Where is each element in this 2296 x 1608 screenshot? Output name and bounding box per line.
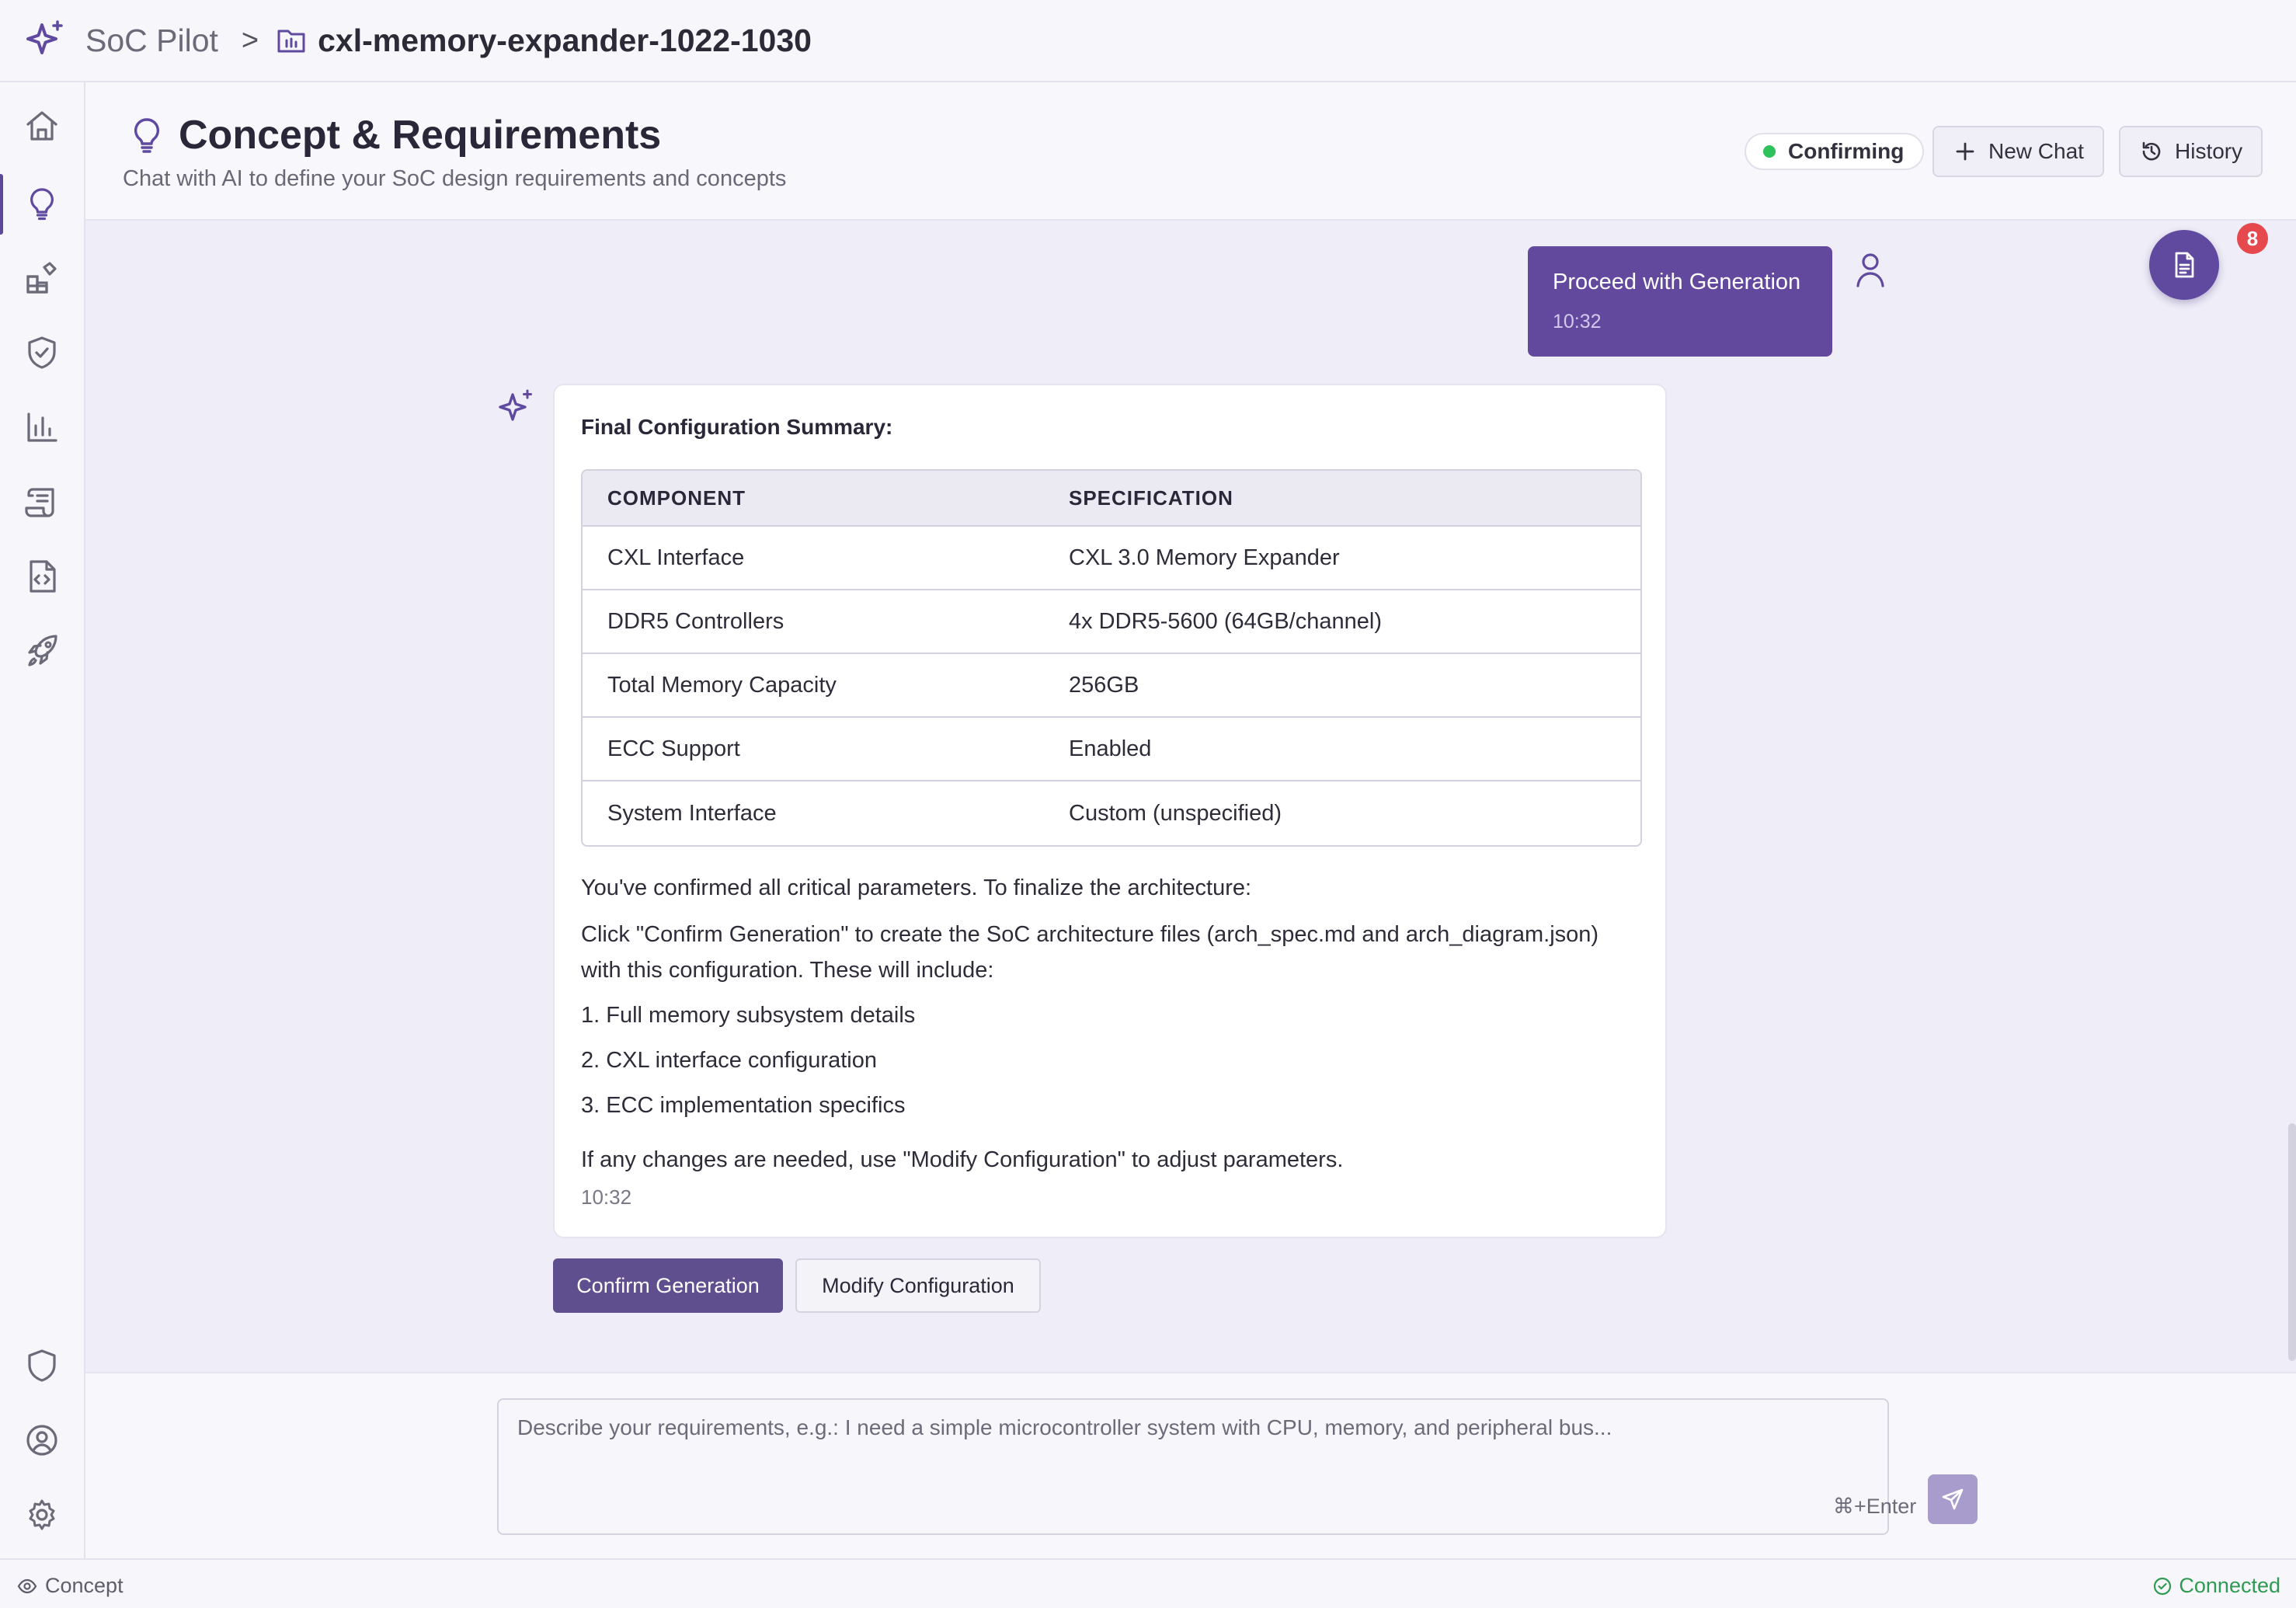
table-row: DDR5 Controllers 4x DDR5-5600 (64GB/chan… — [583, 590, 1640, 654]
table-row: CXL Interface CXL 3.0 Memory Expander — [583, 527, 1640, 590]
check-circle-icon — [2154, 1577, 2172, 1595]
ai-paragraph: You've confirmed all critical parameters… — [581, 875, 1252, 900]
page-title: Concept & Requirements — [179, 113, 662, 158]
new-chat-button[interactable]: New Chat — [1932, 126, 2104, 177]
list-item: 1. Full memory subsystem details — [581, 1003, 916, 1028]
table-header-row: COMPONENT SPECIFICATION — [583, 471, 1640, 527]
sidebar-item-architecture[interactable] — [22, 258, 62, 298]
sidebar-item-verification[interactable] — [22, 332, 62, 373]
user-message-bubble: Proceed with Generation 10:32 — [1528, 246, 1832, 357]
sidebar-item-profile[interactable] — [22, 1420, 62, 1460]
breadcrumb-separator: > — [241, 23, 259, 57]
send-button[interactable] — [1928, 1474, 1978, 1524]
documents-count-badge: 8 — [2237, 223, 2268, 254]
table-row: Total Memory Capacity 256GB — [583, 654, 1640, 718]
document-icon — [2175, 252, 2194, 278]
send-icon — [1942, 1488, 1964, 1510]
history-button[interactable]: History — [2119, 126, 2263, 177]
table-cell: Total Memory Capacity — [583, 654, 1044, 718]
sidebar-item-analytics[interactable] — [22, 407, 62, 447]
page-header: Concept & Requirements Chat with AI to d… — [85, 82, 2296, 221]
gear-icon — [29, 1499, 55, 1530]
folder-icon — [276, 25, 307, 56]
ai-paragraph: If any changes are needed, use "Modify C… — [581, 1147, 1344, 1172]
scroll-icon — [25, 488, 54, 517]
table-cell: Custom (unspecified) — [1069, 800, 1282, 826]
lightbulb-icon — [30, 188, 54, 221]
sparkle-logo-icon[interactable] — [23, 19, 67, 62]
list-item: 3. ECC implementation specifics — [581, 1093, 906, 1118]
table-cell: CXL 3.0 Memory Expander — [1044, 527, 1640, 590]
send-shortcut-hint: ⌘+Enter — [1833, 1495, 1917, 1518]
history-label: History — [2175, 139, 2243, 163]
sidebar-item-home[interactable] — [22, 106, 62, 146]
connection-label: Connected — [2179, 1574, 2280, 1597]
table-cell: CXL Interface — [583, 527, 1044, 590]
sidebar-item-security[interactable] — [22, 1345, 62, 1386]
project-name[interactable]: cxl-memory-expander-1022-1030 — [318, 23, 812, 59]
list-item: 2. CXL interface configuration — [581, 1048, 877, 1073]
status-label: Confirming — [1788, 139, 1905, 163]
table-header-component: COMPONENT — [583, 471, 1044, 527]
table-row: ECC Support Enabled — [583, 718, 1640, 781]
configuration-table: COMPONENT SPECIFICATION CXL Interface CX… — [581, 469, 1642, 847]
home-icon — [26, 111, 57, 141]
user-circle-icon — [26, 1425, 57, 1456]
status-bar: Concept Connected — [0, 1558, 2296, 1608]
sidebar-item-deploy[interactable] — [22, 631, 62, 671]
message-input[interactable] — [499, 1400, 1887, 1533]
plus-icon — [1956, 142, 1974, 161]
new-chat-label: New Chat — [1988, 139, 2084, 163]
sidebar-item-concept[interactable] — [22, 183, 62, 224]
history-icon — [2142, 141, 2161, 161]
blocks-icon — [26, 262, 57, 294]
message-input-box: ⌘+Enter — [497, 1398, 1978, 1535]
table-cell: 4x DDR5-5600 (64GB/channel) — [1044, 590, 1640, 654]
mode-label: Concept — [45, 1574, 123, 1597]
table-cell: System Interface — [607, 800, 777, 826]
table-cell: ECC Support — [583, 718, 1044, 781]
user-avatar-icon — [1852, 249, 1889, 292]
status-dot — [1763, 145, 1776, 158]
top-bar: SoC Pilot > cxl-memory-expander-1022-103… — [0, 0, 2296, 82]
sidebar-item-specs[interactable] — [22, 482, 62, 522]
confirm-generation-button[interactable]: Confirm Generation — [553, 1258, 783, 1313]
sidebar-active-indicator — [0, 174, 3, 235]
summary-title: Final Configuration Summary: — [581, 415, 893, 439]
input-area: ⌘+Enter — [85, 1372, 2296, 1558]
connection-status: Connected — [2152, 1574, 2280, 1598]
ai-paragraph: Click "Confirm Generation" to create the… — [581, 922, 1599, 983]
ai-sparkle-icon — [496, 387, 536, 427]
shield-icon — [28, 1349, 56, 1382]
lightbulb-icon — [124, 113, 169, 158]
file-code-icon — [30, 560, 56, 593]
table-cell: 256GB — [1044, 654, 1640, 718]
table-row: System Interface Custom (unspecified) — [583, 781, 1640, 845]
rocket-icon — [28, 635, 57, 667]
app-name[interactable]: SoC Pilot — [85, 23, 218, 59]
sidebar-item-settings[interactable] — [22, 1495, 62, 1535]
documents-button[interactable] — [2149, 230, 2219, 300]
chat-scrollbar[interactable] — [2288, 1123, 2296, 1361]
table-cell: Enabled — [1044, 718, 1640, 781]
shield-check-icon — [28, 336, 56, 369]
table-cell: DDR5 Controllers — [583, 590, 1044, 654]
user-message-time: 10:32 — [1553, 311, 1602, 332]
eye-icon — [17, 1578, 37, 1593]
table-header-specification: SPECIFICATION — [1044, 471, 1640, 527]
page-subtitle: Chat with AI to define your SoC design r… — [123, 166, 787, 191]
bar-chart-icon — [27, 412, 57, 442]
user-message-text: Proceed with Generation — [1553, 270, 1801, 294]
ai-message-card: Final Configuration Summary: COMPONENT S… — [553, 384, 1667, 1238]
modify-configuration-button[interactable]: Modify Configuration — [795, 1258, 1041, 1313]
status-badge: Confirming — [1745, 133, 1925, 170]
ai-message-time: 10:32 — [581, 1185, 632, 1209]
left-sidebar — [0, 82, 85, 1558]
sidebar-item-code[interactable] — [22, 556, 62, 597]
mode-indicator: Concept — [17, 1574, 123, 1598]
